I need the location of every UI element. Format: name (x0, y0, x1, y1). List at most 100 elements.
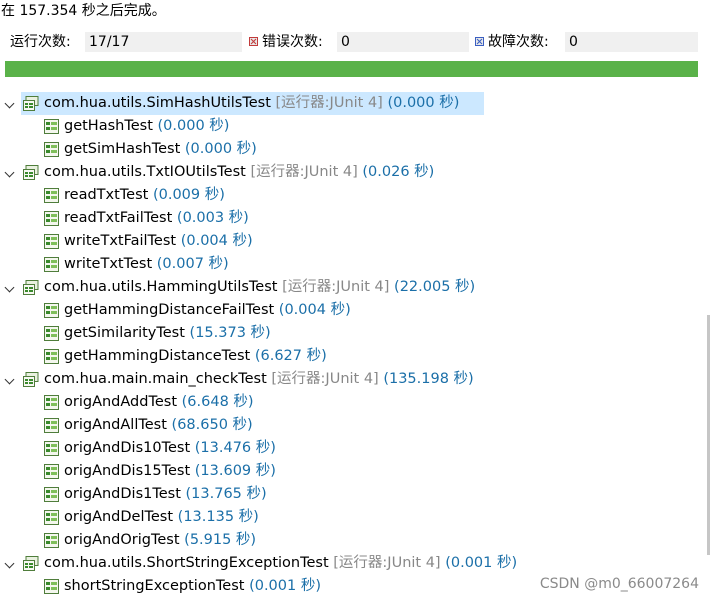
chevron-down-icon[interactable] (4, 558, 15, 569)
test-label: shortStringExceptionTest (0.001 秒) (64, 575, 321, 598)
test-time: (0.004 秒) (180, 233, 253, 249)
suite-name: com.hua.utils.ShortStringExceptionTest (44, 555, 329, 571)
tree-test-row[interactable]: origAndAddTest (6.648 秒) (0, 391, 700, 414)
suite-label: com.hua.main.main_checkTest [运行器:JUnit 4… (44, 368, 474, 391)
suite-label: com.hua.utils.TxtIOUtilsTest [运行器:JUnit … (44, 161, 434, 184)
test-name: origAndOrigTest (64, 532, 180, 548)
test-label: origAndDis15Test (13.609 秒) (64, 460, 276, 483)
tree-test-row[interactable]: origAndDis15Test (13.609 秒) (0, 460, 700, 483)
test-label: writeTxtTest (0.007 秒) (64, 253, 229, 276)
test-label: writeTxtFailTest (0.004 秒) (64, 230, 253, 253)
test-label: getSimilarityTest (15.373 秒) (64, 322, 271, 345)
test-case-pass-icon (44, 464, 60, 479)
test-suite-pass-icon (23, 372, 39, 387)
test-time: (6.648 秒) (181, 394, 254, 410)
test-label: origAndAddTest (6.648 秒) (64, 391, 254, 414)
runs-label: 运行次数: (10, 34, 71, 50)
test-time: (0.000 秒) (184, 141, 257, 157)
test-label: origAndDis10Test (13.476 秒) (64, 437, 276, 460)
chevron-down-icon[interactable] (4, 98, 15, 109)
test-label: origAndDis1Test (13.765 秒) (64, 483, 267, 506)
error-icon (249, 37, 258, 46)
suite-name: com.hua.utils.HammingUtilsTest (44, 279, 278, 295)
suite-time: (135.198 秒) (383, 371, 474, 387)
test-suite-pass-icon (23, 96, 39, 111)
test-name: getSimilarityTest (64, 325, 185, 341)
test-time: (68.650 秒) (171, 417, 253, 433)
test-case-pass-icon (44, 211, 60, 226)
tree-test-row[interactable]: origAndDis10Test (13.476 秒) (0, 437, 700, 460)
tree-suite-row[interactable]: com.hua.main.main_checkTest [运行器:JUnit 4… (0, 368, 700, 391)
test-label: origAndOrigTest (5.915 秒) (64, 529, 256, 552)
test-case-pass-icon (44, 326, 60, 341)
suite-time: (0.000 秒) (387, 95, 460, 111)
test-time: (13.476 秒) (194, 440, 276, 456)
test-name: origAndAddTest (64, 394, 178, 410)
suite-label: com.hua.utils.SimHashUtilsTest [运行器:JUni… (44, 92, 459, 115)
tree-suite-row[interactable]: com.hua.utils.TxtIOUtilsTest [运行器:JUnit … (0, 161, 700, 184)
test-case-pass-icon (44, 579, 60, 594)
suite-runner: [运行器:JUnit 4] (250, 164, 358, 180)
chevron-down-icon[interactable] (4, 374, 15, 385)
progress-bar-fill (5, 61, 698, 77)
tree-test-row[interactable]: origAndDis1Test (13.765 秒) (0, 483, 700, 506)
tree-test-row[interactable]: getHammingDistanceTest (6.627 秒) (0, 345, 700, 368)
test-time: (0.000 秒) (157, 118, 230, 134)
tree-test-row[interactable]: writeTxtTest (0.007 秒) (0, 253, 700, 276)
test-time: (0.003 秒) (176, 210, 249, 226)
test-name: writeTxtFailTest (64, 233, 177, 249)
tree-suite-row[interactable]: com.hua.utils.SimHashUtilsTest [运行器:JUni… (0, 92, 700, 115)
suite-label: com.hua.utils.ShortStringExceptionTest [… (44, 552, 517, 575)
suite-time: (0.026 秒) (362, 164, 435, 180)
test-time: (0.009 秒) (152, 187, 225, 203)
tree-test-row[interactable]: getHashTest (0.000 秒) (0, 115, 700, 138)
suite-name: com.hua.utils.TxtIOUtilsTest (44, 164, 246, 180)
tree-suite-row[interactable]: com.hua.utils.HammingUtilsTest [运行器:JUni… (0, 276, 700, 299)
tree-test-row[interactable]: readTxtTest (0.009 秒) (0, 184, 700, 207)
tree-test-row[interactable]: getSimHashTest (0.000 秒) (0, 138, 700, 161)
test-results-tree[interactable]: com.hua.utils.SimHashUtilsTest [运行器:JUni… (0, 92, 700, 598)
test-name: origAndDis15Test (64, 463, 191, 479)
tree-test-row[interactable]: writeTxtFailTest (0.004 秒) (0, 230, 700, 253)
test-case-pass-icon (44, 487, 60, 502)
chevron-down-icon[interactable] (4, 282, 15, 293)
test-name: origAndDis1Test (64, 486, 181, 502)
tree-suite-row[interactable]: com.hua.utils.ShortStringExceptionTest [… (0, 552, 700, 575)
suite-time: (22.005 秒) (394, 279, 476, 295)
test-label: getHashTest (0.000 秒) (64, 115, 229, 138)
test-suite-pass-icon (23, 165, 39, 180)
test-label: origAndDelTest (13.135 秒) (64, 506, 259, 529)
test-name: origAndDelTest (64, 509, 174, 525)
tree-test-row[interactable]: origAndDelTest (13.135 秒) (0, 506, 700, 529)
tree-test-row[interactable]: origAndOrigTest (5.915 秒) (0, 529, 700, 552)
test-name: getSimHashTest (64, 141, 181, 157)
scrollbar-thumb[interactable] (707, 315, 710, 555)
chevron-down-icon[interactable] (4, 167, 15, 178)
suite-name: com.hua.main.main_checkTest (44, 371, 267, 387)
errors-value: 0 (337, 32, 469, 52)
progress-bar (5, 61, 698, 77)
failure-icon (475, 37, 484, 46)
test-time: (0.001 秒) (249, 578, 321, 594)
suite-runner: [运行器:JUnit 4] (282, 279, 390, 295)
test-suite-pass-icon (23, 556, 39, 571)
suite-runner: [运行器:JUnit 4] (275, 95, 383, 111)
test-case-pass-icon (44, 234, 60, 249)
test-time: (0.007 秒) (156, 256, 229, 272)
suite-time: (0.001 秒) (445, 555, 518, 571)
test-label: getHammingDistanceFailTest (0.004 秒) (64, 299, 351, 322)
test-case-pass-icon (44, 441, 60, 456)
test-case-pass-icon (44, 533, 60, 548)
runs-value: 17/17 (85, 32, 242, 52)
test-name: shortStringExceptionTest (64, 578, 245, 594)
tree-test-row[interactable]: getHammingDistanceFailTest (0.004 秒) (0, 299, 700, 322)
suite-runner: [运行器:JUnit 4] (333, 555, 441, 571)
tree-test-row[interactable]: origAndAllTest (68.650 秒) (0, 414, 700, 437)
test-name: getHashTest (64, 118, 153, 134)
test-time: (5.915 秒) (184, 532, 257, 548)
tree-test-row[interactable]: getSimilarityTest (15.373 秒) (0, 322, 700, 345)
test-time: (6.627 秒) (254, 348, 327, 364)
test-name: getHammingDistanceTest (64, 348, 251, 364)
tree-test-row[interactable]: readTxtFailTest (0.003 秒) (0, 207, 700, 230)
test-time: (15.373 秒) (189, 325, 271, 341)
